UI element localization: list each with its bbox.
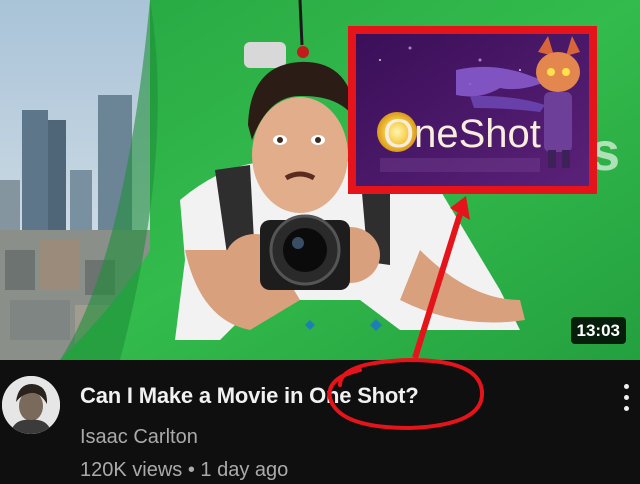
video-thumbnail[interactable]: s OneShot 13:03 [0, 0, 640, 360]
channel-avatar[interactable] [2, 376, 60, 434]
upload-age: 1 day ago [200, 459, 289, 481]
stats-separator: • [187, 459, 195, 481]
more-vert-icon[interactable] [614, 378, 638, 418]
avatar-image [2, 376, 60, 434]
inset-logo-text: OneShot [383, 112, 541, 156]
channel-name[interactable]: Isaac Carlton [80, 425, 198, 449]
video-stats: 120K views • 1 day ago [80, 457, 288, 483]
view-count: 120K views [80, 459, 183, 481]
video-title[interactable]: Can I Make a Movie in One Shot? [80, 382, 419, 410]
thumbnail-image: s OneShot [0, 0, 640, 360]
duration-badge: 13:03 [570, 317, 626, 344]
